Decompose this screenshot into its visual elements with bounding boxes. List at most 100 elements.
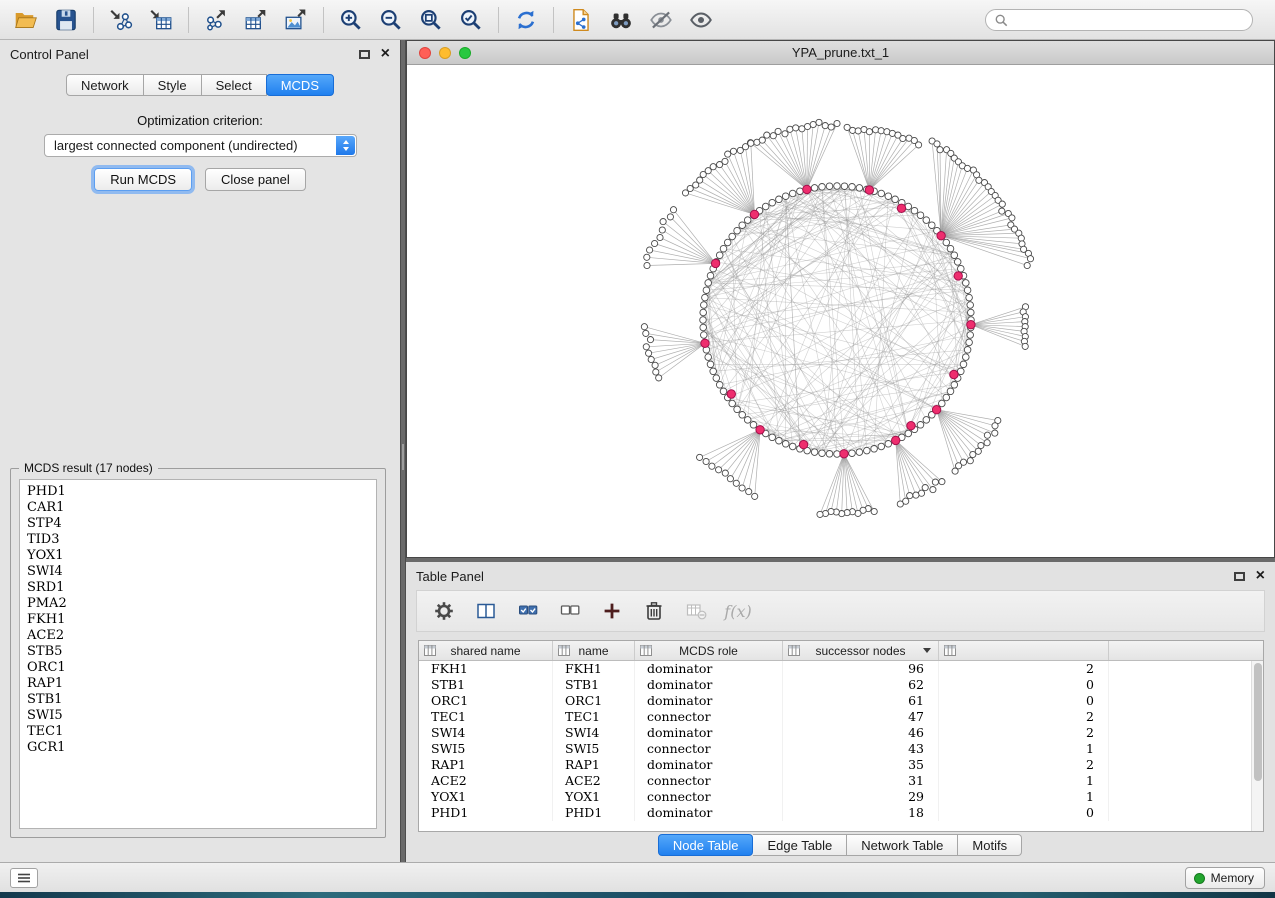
memory-button[interactable]: Memory xyxy=(1185,867,1265,889)
deselect-all-button[interactable] xyxy=(555,596,585,626)
table-cell[interactable]: FKH1 xyxy=(419,661,553,677)
column-header-predecessor-nodes[interactable] xyxy=(939,641,1109,660)
table-cell[interactable]: 46 xyxy=(783,725,939,741)
table-cell[interactable] xyxy=(1109,789,1263,805)
table-cell[interactable]: 35 xyxy=(783,757,939,773)
table-cell[interactable]: 1 xyxy=(939,773,1109,789)
table-cell[interactable] xyxy=(1109,725,1263,741)
run-mcds-button[interactable]: Run MCDS xyxy=(94,168,192,191)
table-cell[interactable]: dominator xyxy=(635,661,783,677)
table-cell[interactable]: 43 xyxy=(783,741,939,757)
scrollbar-thumb[interactable] xyxy=(1254,663,1262,781)
table-cell[interactable]: 61 xyxy=(783,693,939,709)
table-row[interactable]: TEC1TEC1connector472 xyxy=(419,709,1263,725)
table-cell[interactable]: YOX1 xyxy=(553,789,635,805)
table-cell[interactable]: 0 xyxy=(939,677,1109,693)
network-window-titlebar[interactable]: YPA_prune.txt_1 xyxy=(407,41,1274,65)
zoom-out-button[interactable] xyxy=(371,4,411,36)
table-cell[interactable]: FKH1 xyxy=(553,661,635,677)
table-cell[interactable]: connector xyxy=(635,773,783,789)
table-cell[interactable]: SWI4 xyxy=(553,725,635,741)
table-cell[interactable] xyxy=(1109,677,1263,693)
open-session-button[interactable] xyxy=(6,4,46,36)
table-cell[interactable] xyxy=(1109,661,1263,677)
table-cell[interactable]: 47 xyxy=(783,709,939,725)
select-all-button[interactable] xyxy=(513,596,543,626)
search-box[interactable] xyxy=(985,9,1253,31)
column-header-shared-name[interactable]: shared name xyxy=(419,641,553,660)
table-cell[interactable] xyxy=(1109,693,1263,709)
table-cell[interactable]: 0 xyxy=(939,693,1109,709)
table-row[interactable]: PHD1PHD1dominator180 xyxy=(419,805,1263,821)
mcds-result-item[interactable]: YOX1 xyxy=(27,548,376,564)
table-row[interactable]: YOX1YOX1connector291 xyxy=(419,789,1263,805)
export-table-button[interactable] xyxy=(236,4,276,36)
table-row[interactable]: RAP1RAP1dominator352 xyxy=(419,757,1263,773)
clear-table-button[interactable] xyxy=(681,596,711,626)
tab-select[interactable]: Select xyxy=(202,74,267,96)
table-cell[interactable]: 62 xyxy=(783,677,939,693)
table-cell[interactable]: 1 xyxy=(939,741,1109,757)
float-window-icon[interactable] xyxy=(1234,572,1245,581)
table-row[interactable]: FKH1FKH1dominator962 xyxy=(419,661,1263,677)
mcds-result-list[interactable]: PHD1CAR1STP4TID3YOX1SWI4SRD1PMA2FKH1ACE2… xyxy=(19,479,377,829)
mcds-result-item[interactable]: SWI5 xyxy=(27,708,376,724)
close-panel-icon[interactable]: × xyxy=(1256,568,1265,584)
table-cell[interactable]: dominator xyxy=(635,757,783,773)
table-cell[interactable]: dominator xyxy=(635,725,783,741)
show-detail-button[interactable] xyxy=(681,4,721,36)
table-row[interactable]: ACE2ACE2connector311 xyxy=(419,773,1263,789)
import-table-button[interactable] xyxy=(141,4,181,36)
close-panel-icon[interactable]: × xyxy=(381,46,390,62)
tab-edge-table[interactable]: Edge Table xyxy=(753,834,847,856)
table-cell[interactable]: STB1 xyxy=(419,677,553,693)
table-cell[interactable]: 29 xyxy=(783,789,939,805)
status-menu-button[interactable] xyxy=(10,868,38,888)
table-cell[interactable] xyxy=(1109,741,1263,757)
table-cell[interactable]: STB1 xyxy=(553,677,635,693)
table-cell[interactable]: TEC1 xyxy=(553,709,635,725)
mcds-result-item[interactable]: STP4 xyxy=(27,516,376,532)
table-cell[interactable]: ACE2 xyxy=(553,773,635,789)
table-cell[interactable]: PHD1 xyxy=(419,805,553,821)
mcds-result-item[interactable]: ACE2 xyxy=(27,628,376,644)
mcds-result-item[interactable]: STB1 xyxy=(27,692,376,708)
show-columns-button[interactable] xyxy=(471,596,501,626)
tab-style[interactable]: Style xyxy=(144,74,202,96)
table-cell[interactable]: 18 xyxy=(783,805,939,821)
table-cell[interactable]: YOX1 xyxy=(419,789,553,805)
mcds-result-item[interactable]: PHD1 xyxy=(27,484,376,500)
table-cell[interactable]: connector xyxy=(635,709,783,725)
save-session-button[interactable] xyxy=(46,4,86,36)
mcds-result-item[interactable]: ORC1 xyxy=(27,660,376,676)
table-cell[interactable]: ACE2 xyxy=(419,773,553,789)
minimize-window-icon[interactable] xyxy=(439,47,451,59)
table-cell[interactable] xyxy=(1109,757,1263,773)
zoom-fit-button[interactable] xyxy=(411,4,451,36)
table-cell[interactable]: 2 xyxy=(939,661,1109,677)
export-image-button[interactable] xyxy=(276,4,316,36)
export-network-button[interactable] xyxy=(196,4,236,36)
table-row[interactable]: SWI4SWI4dominator462 xyxy=(419,725,1263,741)
table-cell[interactable]: RAP1 xyxy=(553,757,635,773)
float-window-icon[interactable] xyxy=(359,50,370,59)
hide-detail-button[interactable] xyxy=(641,4,681,36)
mcds-result-item[interactable]: RAP1 xyxy=(27,676,376,692)
mcds-result-item[interactable]: FKH1 xyxy=(27,612,376,628)
column-header-name[interactable]: name xyxy=(553,641,635,660)
table-cell[interactable]: 2 xyxy=(939,757,1109,773)
table-settings-button[interactable] xyxy=(429,596,459,626)
table-cell[interactable]: 1 xyxy=(939,789,1109,805)
column-header-successor-nodes[interactable]: successor nodes xyxy=(783,641,939,660)
table-scrollbar[interactable] xyxy=(1251,661,1263,831)
tab-motifs[interactable]: Motifs xyxy=(958,834,1022,856)
table-cell[interactable] xyxy=(1109,805,1263,821)
criterion-select[interactable]: largest connected component (undirected) xyxy=(44,134,357,157)
binoculars-button[interactable] xyxy=(601,4,641,36)
table-cell[interactable]: SWI4 xyxy=(419,725,553,741)
table-cell[interactable]: RAP1 xyxy=(419,757,553,773)
mcds-result-item[interactable]: PMA2 xyxy=(27,596,376,612)
import-network-button[interactable] xyxy=(101,4,141,36)
table-cell[interactable]: 2 xyxy=(939,709,1109,725)
table-cell[interactable]: dominator xyxy=(635,805,783,821)
